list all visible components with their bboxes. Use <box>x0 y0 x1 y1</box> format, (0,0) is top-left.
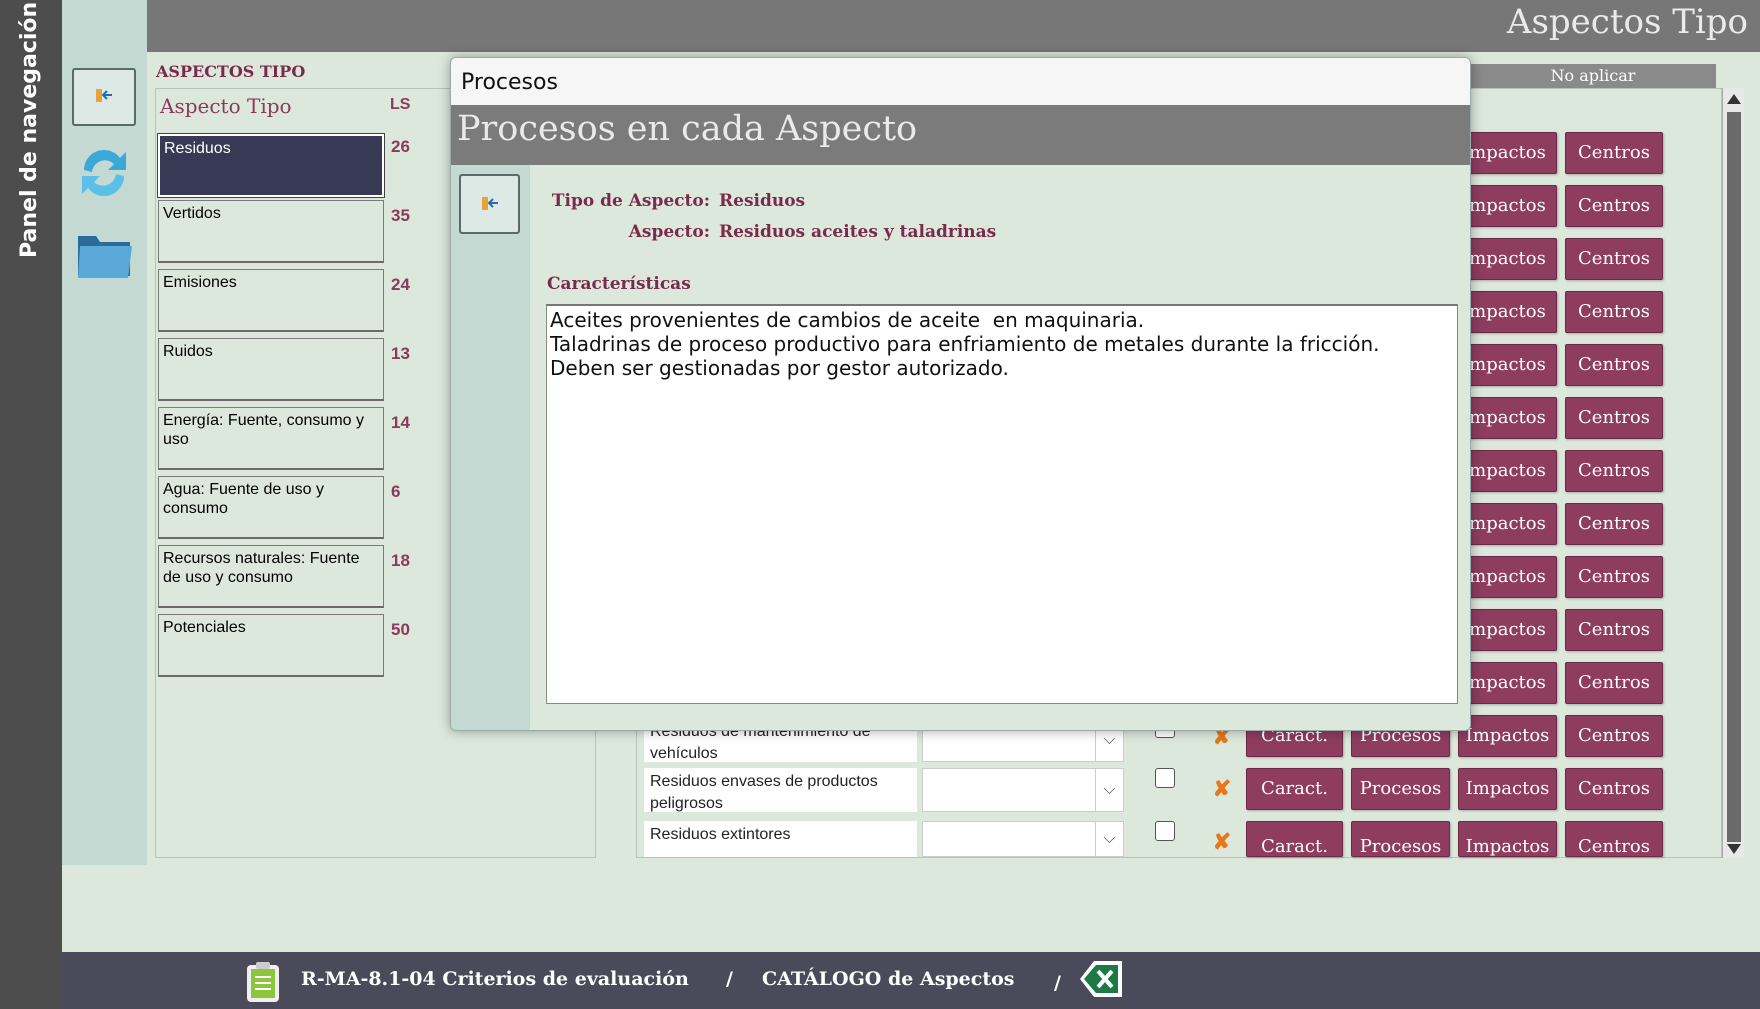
tipo-aspecto-value: Residuos <box>719 191 806 211</box>
scroll-down-arrow-icon[interactable] <box>1727 844 1741 854</box>
procesos-button[interactable]: Procesos <box>1351 768 1450 810</box>
procesos-button[interactable]: Procesos <box>1351 821 1450 857</box>
caracteristicas-textarea[interactable]: Aceites provenientes de cambios de aceit… <box>546 304 1458 704</box>
centros-button[interactable]: Centros <box>1565 132 1663 174</box>
excel-icon[interactable] <box>1076 957 1124 1001</box>
breadcrumb-separator: / <box>1054 972 1061 994</box>
dialog-back-button[interactable] <box>459 174 520 234</box>
page-title: Aspectos Tipo <box>1506 2 1748 42</box>
impactos-button[interactable]: mpactos <box>1458 662 1557 704</box>
column-no-aplicar: No aplicar <box>1470 64 1716 88</box>
list-item-ls: 18 <box>391 551 410 570</box>
centros-button[interactable]: Centros <box>1565 715 1663 757</box>
list-item-ls: 6 <box>391 482 401 501</box>
back-arrow-icon <box>96 89 112 102</box>
list-item-ls: 35 <box>391 206 410 225</box>
clipboard-icon[interactable] <box>244 960 282 1004</box>
toolbar <box>62 0 147 865</box>
list-item[interactable]: Recursos naturales: Fuente de uso y cons… <box>158 545 384 608</box>
dialog-titlebar[interactable]: Procesos <box>451 58 1470 105</box>
no-aplicar-x-icon[interactable]: ✘ <box>1212 831 1232 853</box>
navigation-panel[interactable]: Panel de navegación <box>0 0 62 1009</box>
impactos-button[interactable]: mpactos <box>1458 609 1557 651</box>
procesos-dialog: Procesos Procesos en cada Aspecto Tipo d… <box>450 57 1471 731</box>
grid-scrollbar[interactable] <box>1722 88 1744 858</box>
list-item[interactable]: Energía: Fuente, consumo y uso <box>158 407 384 470</box>
impactos-button[interactable]: mpactos <box>1458 185 1557 227</box>
row-checkbox[interactable] <box>1155 768 1175 788</box>
impactos-button[interactable]: mpactos <box>1458 397 1557 439</box>
doc-criterios-link[interactable]: R-MA-8.1-04 Criterios de evaluación <box>301 968 689 990</box>
aspecto-value: Residuos aceites y taladrinas <box>719 222 997 242</box>
impactos-button[interactable]: mpactos <box>1458 291 1557 333</box>
centros-button[interactable]: Centros <box>1565 768 1663 810</box>
back-button[interactable] <box>72 68 136 126</box>
navigation-panel-label[interactable]: Panel de navegación <box>12 2 48 258</box>
row-aspecto-name[interactable]: Residuos envases de productos peligrosos <box>644 768 917 812</box>
list-item[interactable]: Residuos <box>157 133 385 198</box>
caract-button[interactable]: Caract. <box>1246 821 1343 857</box>
list-item[interactable]: Vertidos <box>158 200 384 263</box>
list-item[interactable]: Ruidos <box>158 338 384 401</box>
impactos-button[interactable]: Impactos <box>1458 821 1557 857</box>
list-item-ls: 24 <box>391 275 410 294</box>
page-header: Aspectos Tipo <box>147 0 1760 52</box>
dialog-header-title: Procesos en cada Aspecto <box>457 109 918 149</box>
centros-button[interactable]: Centros <box>1565 609 1663 651</box>
refresh-icon[interactable] <box>76 142 132 204</box>
row-aspecto-name[interactable]: Residuos extintores <box>644 821 917 857</box>
list-item-ls: 13 <box>391 344 410 363</box>
list-item-ls: 50 <box>391 620 410 639</box>
list-column-ls: LS <box>390 96 411 113</box>
list-item[interactable]: Potenciales <box>158 614 384 677</box>
centros-button[interactable]: Centros <box>1565 503 1663 545</box>
list-heading: ASPECTOS TIPO <box>156 62 306 81</box>
back-arrow-icon <box>482 197 498 210</box>
folder-icon[interactable] <box>76 230 134 282</box>
list-item[interactable]: Emisiones <box>158 269 384 332</box>
dialog-window-title: Procesos <box>461 70 558 95</box>
tipo-aspecto-label: Tipo de Aspecto: <box>551 191 710 211</box>
centros-button[interactable]: Centros <box>1565 450 1663 492</box>
impactos-button[interactable]: mpactos <box>1458 132 1557 174</box>
caracteristicas-label: Características <box>547 274 691 294</box>
centros-button[interactable]: Centros <box>1565 344 1663 386</box>
centros-button[interactable]: Centros <box>1565 185 1663 227</box>
impactos-button[interactable]: mpactos <box>1458 344 1557 386</box>
centros-button[interactable]: Centros <box>1565 238 1663 280</box>
catalogo-aspectos-link[interactable]: CATÁLOGO de Aspectos <box>762 968 1014 990</box>
scroll-thumb[interactable] <box>1727 112 1741 842</box>
list-item-ls: 26 <box>391 137 410 156</box>
row-combo[interactable]: ⌵ <box>922 768 1124 812</box>
chevron-down-icon[interactable]: ⌵ <box>1095 769 1123 811</box>
impactos-button[interactable]: Impactos <box>1458 768 1557 810</box>
centros-button[interactable]: Centros <box>1565 662 1663 704</box>
list-item-ls: 14 <box>391 413 410 432</box>
dialog-toolbar <box>451 165 530 730</box>
centros-button[interactable]: Centros <box>1565 556 1663 598</box>
scroll-up-arrow-icon[interactable] <box>1727 94 1741 104</box>
centros-button[interactable]: Centros <box>1565 291 1663 333</box>
list-column-aspecto-tipo: Aspecto Tipo <box>160 94 292 118</box>
chevron-down-icon[interactable]: ⌵ <box>1095 822 1123 856</box>
caract-button[interactable]: Caract. <box>1246 768 1343 810</box>
centros-button[interactable]: Centros <box>1565 397 1663 439</box>
centros-button[interactable]: Centros <box>1565 821 1663 857</box>
impactos-button[interactable]: Impactos <box>1458 715 1557 757</box>
dialog-header: Procesos en cada Aspecto <box>451 105 1470 165</box>
row-combo[interactable]: ⌵ <box>922 821 1124 857</box>
impactos-button[interactable]: mpactos <box>1458 556 1557 598</box>
aspecto-label: Aspecto: <box>628 222 710 242</box>
list-item[interactable]: Agua: Fuente de uso y consumo <box>158 476 384 539</box>
row-checkbox[interactable] <box>1155 821 1175 841</box>
impactos-button[interactable]: mpactos <box>1458 450 1557 492</box>
breadcrumb-separator: / <box>726 968 733 990</box>
no-aplicar-x-icon[interactable]: ✘ <box>1212 778 1232 800</box>
impactos-button[interactable]: mpactos <box>1458 503 1557 545</box>
impactos-button[interactable]: mpactos <box>1458 238 1557 280</box>
